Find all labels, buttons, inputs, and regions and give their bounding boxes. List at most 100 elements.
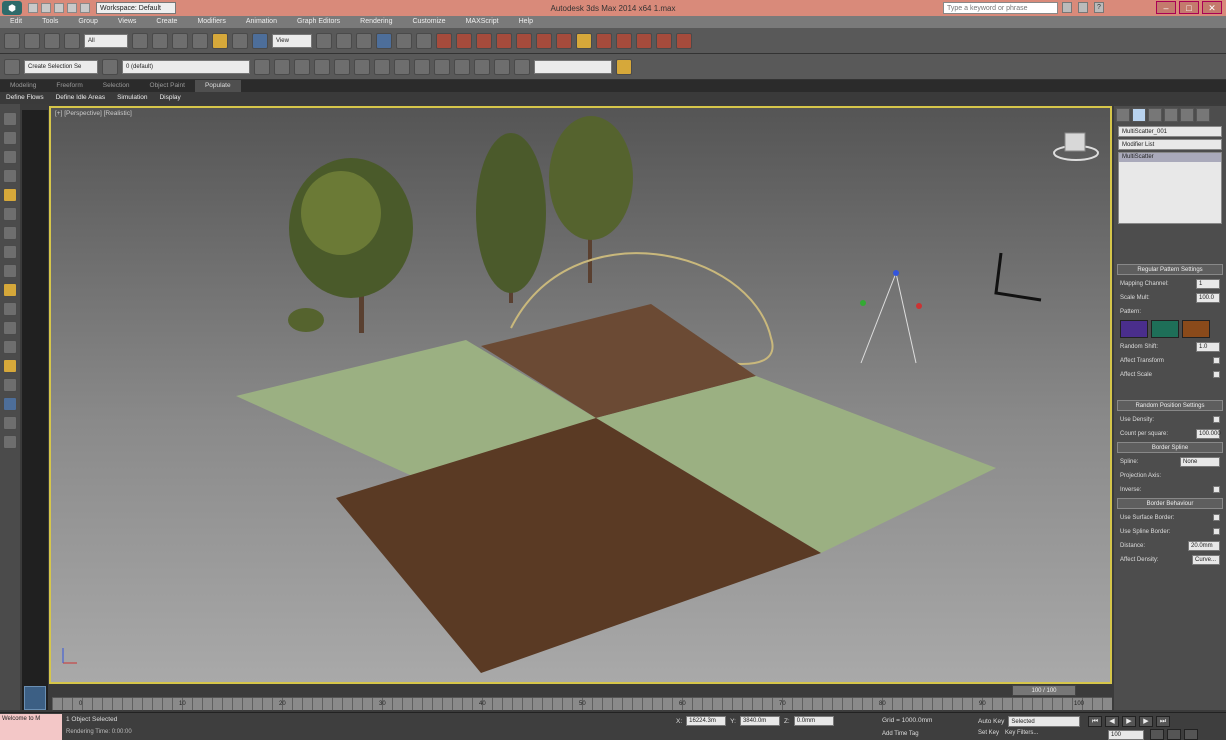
layer-icon[interactable] (102, 58, 118, 75)
random-shift-spinner[interactable]: 1.0 (1196, 341, 1220, 352)
tab-populate[interactable]: Populate (194, 80, 241, 92)
simulate-icon[interactable] (514, 58, 530, 75)
count-spinner[interactable]: 100.000 (1196, 428, 1221, 439)
menu-maxscript[interactable]: MAXScript (456, 16, 509, 28)
display-button[interactable]: Display (153, 92, 186, 104)
object-name-field[interactable]: MultiScatter_001 (1118, 126, 1222, 137)
key-selection-dropdown[interactable]: Selected (1008, 716, 1081, 727)
viewport-layout-icon[interactable] (374, 58, 390, 75)
scale-mult-spinner[interactable]: 100.0 (1196, 292, 1220, 303)
zoom-icon[interactable] (1150, 729, 1164, 740)
random-position-rollout[interactable]: Random Position Settings (1117, 400, 1223, 411)
use-spline-border-checkbox[interactable] (1213, 528, 1220, 535)
simulation-button[interactable]: Simulation (111, 92, 153, 104)
material-tool-icon[interactable] (3, 340, 17, 354)
redo-icon[interactable] (24, 32, 40, 49)
walk-through-icon[interactable] (454, 58, 470, 75)
tab-object-paint[interactable]: Object Paint (140, 80, 195, 92)
tab-selection[interactable]: Selection (93, 80, 140, 92)
modifier-stack[interactable]: MultiScatter (1118, 152, 1222, 224)
menu-customize[interactable]: Customize (402, 16, 455, 28)
graphite-toggle-icon[interactable] (496, 32, 512, 49)
modify-tab-icon[interactable] (1132, 108, 1146, 122)
light-tool-icon[interactable] (3, 188, 17, 202)
go-to-start-icon[interactable]: ⏮ (1088, 716, 1102, 727)
utilities-tab-icon[interactable] (1196, 108, 1210, 122)
paint-brush-icon[interactable] (616, 58, 632, 75)
rotate-icon[interactable] (232, 32, 248, 49)
pattern-swatch-3[interactable] (1182, 320, 1210, 338)
regular-pattern-rollout[interactable]: Regular Pattern Settings (1117, 264, 1223, 275)
minimize-button[interactable]: – (1156, 1, 1176, 14)
z-coord-field[interactable]: 0.0mm (793, 716, 834, 726)
current-frame-field[interactable]: 100 (1108, 730, 1144, 740)
add-to-layer-icon[interactable] (274, 58, 290, 75)
curve-button[interactable]: Curve... (1192, 554, 1220, 565)
perspective-viewport[interactable]: [+] [Perspective] [Realistic] (49, 106, 1112, 684)
pattern-swatch-1[interactable] (1120, 320, 1148, 338)
use-density-checkbox[interactable] (1213, 416, 1220, 423)
isolate-icon[interactable] (334, 58, 350, 75)
menu-rendering[interactable]: Rendering (350, 16, 402, 28)
select-tool-icon[interactable] (3, 112, 17, 126)
layer-dropdown[interactable]: 0 (default) (122, 59, 250, 74)
distance-spinner[interactable]: 20.0mm (1188, 540, 1220, 551)
mapping-channel-spinner[interactable]: 1 (1196, 278, 1220, 289)
modifier-list-dropdown[interactable]: Modifier List (1118, 139, 1222, 150)
border-spline-rollout[interactable]: Border Spline (1117, 442, 1223, 453)
star-icon[interactable] (1078, 2, 1088, 13)
scene-explorer-icon[interactable] (354, 58, 370, 75)
select-manipulate-icon[interactable] (336, 32, 352, 49)
align-icon[interactable] (456, 32, 472, 49)
shape-tool-icon[interactable] (3, 245, 17, 259)
scale-icon[interactable] (252, 32, 268, 49)
schematic-view-icon[interactable] (536, 32, 552, 49)
pan-icon[interactable] (1184, 729, 1198, 740)
curve-editor-icon[interactable] (516, 32, 532, 49)
spline-pick-button[interactable]: None (1180, 456, 1220, 467)
snap-icon[interactable] (4, 58, 20, 75)
maxscript-listener[interactable]: Welcome to M (0, 714, 62, 740)
sun-tool-icon[interactable] (3, 283, 17, 297)
link-icon[interactable] (44, 32, 60, 49)
play-icon[interactable]: ▶ (1122, 716, 1136, 727)
named-selection-dropdown[interactable]: Create Selection Se (24, 59, 98, 74)
menu-modifiers[interactable]: Modifiers (187, 16, 235, 28)
create-layer-icon[interactable] (254, 58, 270, 75)
timeline-track[interactable]: 0 10 20 30 40 50 60 70 80 90 100 (52, 697, 1112, 711)
affect-scale-checkbox[interactable] (1213, 371, 1220, 378)
stack-item[interactable]: MultiScatter (1119, 153, 1221, 162)
pattern-swatch-2[interactable] (1151, 320, 1179, 338)
inverse-checkbox[interactable] (1213, 486, 1220, 493)
tab-freeform[interactable]: Freeform (46, 80, 92, 92)
orbit-icon[interactable] (1167, 729, 1181, 740)
particle-tool-icon[interactable] (3, 378, 17, 392)
bulb-tool-icon[interactable] (3, 359, 17, 373)
scene-tool-icon[interactable] (3, 131, 17, 145)
window-crossing-icon[interactable] (192, 32, 208, 49)
reference-coordinate-dropdown[interactable]: View (272, 33, 312, 48)
populate-icon[interactable] (434, 58, 450, 75)
define-flows-button[interactable]: Define Flows (0, 92, 50, 104)
layer-manager-icon[interactable] (476, 32, 492, 49)
menu-create[interactable]: Create (146, 16, 187, 28)
create-tab-icon[interactable] (1116, 108, 1130, 122)
use-surface-border-checkbox[interactable] (1213, 514, 1220, 521)
teapot-render-icon[interactable] (676, 32, 692, 49)
menu-views[interactable]: Views (108, 16, 147, 28)
key-filters-button[interactable]: Key Filters... (1005, 730, 1038, 736)
unlink-icon[interactable] (64, 32, 80, 49)
system-tool-icon[interactable] (3, 321, 17, 335)
helper-tool-icon[interactable] (3, 226, 17, 240)
set-key-button[interactable]: Set Key (978, 730, 999, 736)
snap-toggle-icon[interactable] (376, 32, 392, 49)
grid-tool-icon[interactable] (3, 435, 17, 449)
brush-dropdown[interactable] (534, 59, 612, 74)
menu-tools[interactable]: Tools (32, 16, 68, 28)
camera-tool-icon[interactable] (3, 207, 17, 221)
x-coord-field[interactable]: 16224.3m (686, 716, 727, 726)
sphere-tool-icon[interactable] (3, 416, 17, 430)
select-object-icon[interactable] (132, 32, 148, 49)
display-tab-icon[interactable] (1180, 108, 1194, 122)
add-time-tag-button[interactable]: Add Time Tag (882, 731, 919, 737)
